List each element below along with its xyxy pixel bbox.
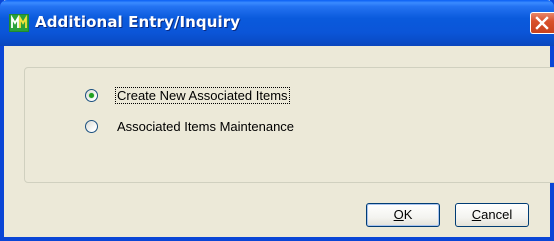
radio-button-unselected[interactable] (85, 119, 98, 133)
ok-label-rest: K (403, 207, 413, 222)
close-button[interactable] (530, 12, 554, 34)
close-icon (535, 16, 549, 30)
dialog-window: Additional Entry/Inquiry Create New Asso… (0, 0, 554, 241)
cancel-mnemonic: C (471, 207, 482, 222)
radio-label-maintenance[interactable]: Associated Items Maintenance (116, 119, 295, 134)
cancel-label-rest: ancel (481, 207, 513, 222)
ok-button[interactable]: OK (366, 203, 440, 227)
radio-associated-items-maintenance[interactable]: Associated Items Maintenance (85, 117, 295, 135)
radio-label-create-new[interactable]: Create New Associated Items (115, 86, 290, 104)
title-bar[interactable]: Additional Entry/Inquiry (0, 0, 554, 46)
radio-create-new-associated-items[interactable]: Create New Associated Items (85, 86, 290, 104)
radio-button-selected[interactable] (85, 88, 98, 102)
cancel-button[interactable]: Cancel (455, 203, 529, 227)
window-title: Additional Entry/Inquiry (35, 13, 241, 31)
mas90-app-icon (9, 14, 29, 32)
ok-mnemonic: O (393, 207, 404, 222)
